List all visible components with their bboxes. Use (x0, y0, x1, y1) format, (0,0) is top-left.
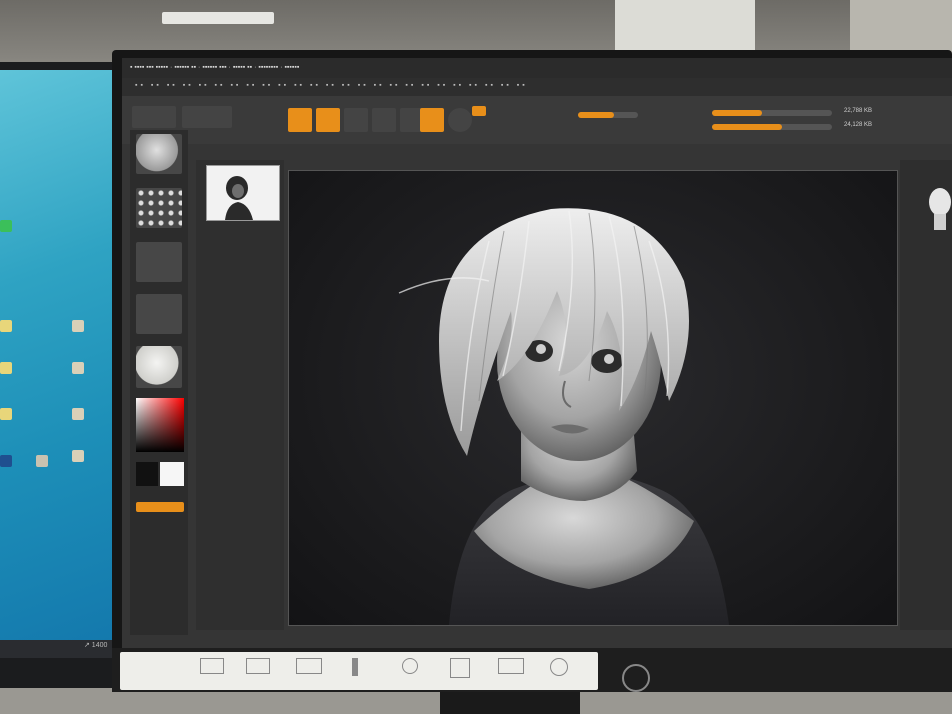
total-points-readout: 24,128 KB (844, 122, 873, 128)
desktop-icon (0, 455, 12, 467)
zbrush-title-text: ▪ ▪▪▪▪ ▪▪▪ ▪▪▪▪▪ · ▪▪▪▪▪▪ ▪▪ · ▪▪▪▪▪▪ ▪▪… (130, 64, 300, 71)
edit-mode-button[interactable] (288, 108, 312, 132)
sticker-icon (498, 658, 524, 674)
sphere-icon[interactable] (420, 108, 444, 132)
tab-button[interactable] (132, 106, 176, 128)
texture-picker[interactable] (136, 294, 182, 334)
draw-size-fill (712, 110, 762, 116)
desktop-icon (0, 362, 12, 374)
head-thumbnail-icon[interactable] (924, 180, 952, 250)
desktop-icon (72, 362, 84, 374)
monitor-sticker-icon (296, 658, 322, 674)
thumbnail-portrait (225, 176, 253, 220)
color-picker[interactable] (136, 398, 184, 452)
brush-picker[interactable] (136, 134, 182, 174)
intensity-fill (712, 124, 782, 130)
desktop-icon (0, 220, 12, 232)
taskbar-clock: ↗ 1400 (84, 642, 108, 649)
ceiling-light (162, 12, 274, 24)
sticker-icon (550, 658, 568, 676)
window (850, 0, 952, 55)
desktop-icon (72, 320, 84, 332)
move-mode-button[interactable] (344, 108, 368, 132)
desktop-icon (0, 408, 12, 420)
desktop-icon (0, 320, 12, 332)
primary-color-swatch[interactable] (160, 462, 184, 486)
mrgb-button[interactable] (472, 106, 486, 116)
alpha-picker[interactable] (136, 242, 182, 282)
material-picker[interactable] (136, 346, 182, 388)
desktop-icon (36, 455, 48, 467)
zbrush-right-shelf (900, 160, 952, 630)
sticker-icon (352, 658, 358, 676)
desktop-icon (72, 408, 84, 420)
tool-thumbnail[interactable] (206, 165, 280, 221)
active-points-readout: 22,788 KB (844, 108, 873, 114)
feature-sticker-strip (120, 652, 598, 690)
stroke-picker[interactable] (136, 188, 182, 228)
secondary-color-swatch[interactable] (136, 462, 158, 486)
zbrush-menu-items[interactable]: ▪▪ ▪▪ ▪▪ ▪▪ ▪▪ ▪▪ ▪▪ ▪▪ ▪▪ ▪▪ ▪▪ ▪▪ ▪▪ ▪… (135, 82, 528, 89)
draw-mode-button[interactable] (316, 108, 340, 132)
hp-logo-icon (622, 664, 650, 692)
sticker-icon (450, 658, 470, 678)
document-canvas[interactable] (288, 170, 898, 626)
tab-button[interactable] (182, 106, 232, 128)
monitor-stand (440, 692, 580, 714)
lightbulb-sticker-icon (402, 658, 418, 674)
window (615, 0, 755, 55)
material-icon[interactable] (448, 108, 472, 132)
left-monitor-desktop (0, 70, 112, 640)
sculpt-render (398, 208, 729, 625)
scale-mode-button[interactable] (372, 108, 396, 132)
focal-shift-fill (578, 112, 614, 118)
tool-thumbnail-shelf (196, 160, 284, 630)
sticker-icon (200, 658, 224, 674)
sticker-icon (246, 658, 270, 674)
desktop-icon (72, 450, 84, 462)
zbrush-top-shelf: 22,788 KB 24,128 KB (122, 96, 952, 144)
switch-color-button[interactable] (136, 502, 184, 512)
